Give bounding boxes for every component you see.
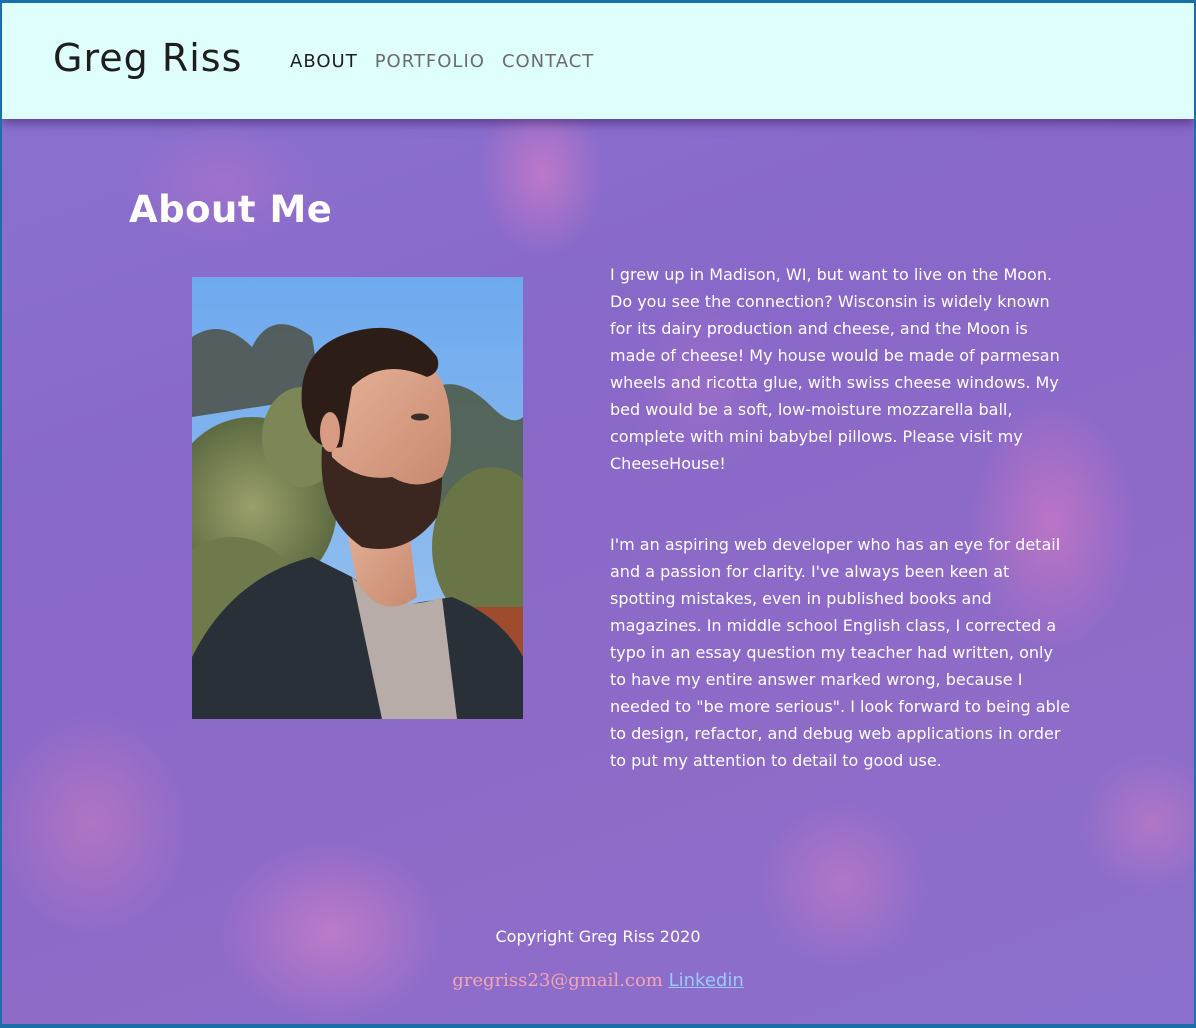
footer-contact: gregriss23@gmail.com Linkedin: [2, 970, 1194, 991]
browser-viewport: Greg Riss ABOUT PORTFOLIO CONTACT About …: [2, 3, 1194, 1024]
copyright-text: Copyright Greg Riss 2020: [495, 927, 701, 946]
main-nav: ABOUT PORTFOLIO CONTACT: [290, 52, 594, 72]
bio-paragraph: I grew up in Madison, WI, but want to li…: [610, 265, 1060, 473]
profile-photo: [192, 277, 523, 719]
site-brand[interactable]: Greg Riss: [53, 39, 242, 77]
email-address: gregriss23@gmail.com: [452, 970, 663, 991]
page-title: About Me: [129, 187, 333, 231]
site-header: Greg Riss ABOUT PORTFOLIO CONTACT: [2, 3, 1194, 119]
linkedin-link[interactable]: Linkedin: [669, 970, 744, 991]
bio-section: I grew up in Madison, WI, but want to li…: [610, 261, 1072, 774]
nav-link-portfolio[interactable]: PORTFOLIO: [375, 52, 485, 72]
nav-link-about[interactable]: ABOUT: [290, 52, 358, 72]
nav-link-contact[interactable]: CONTACT: [502, 52, 594, 72]
bio-paragraph: I'm an aspiring web developer who has an…: [610, 535, 1071, 770]
